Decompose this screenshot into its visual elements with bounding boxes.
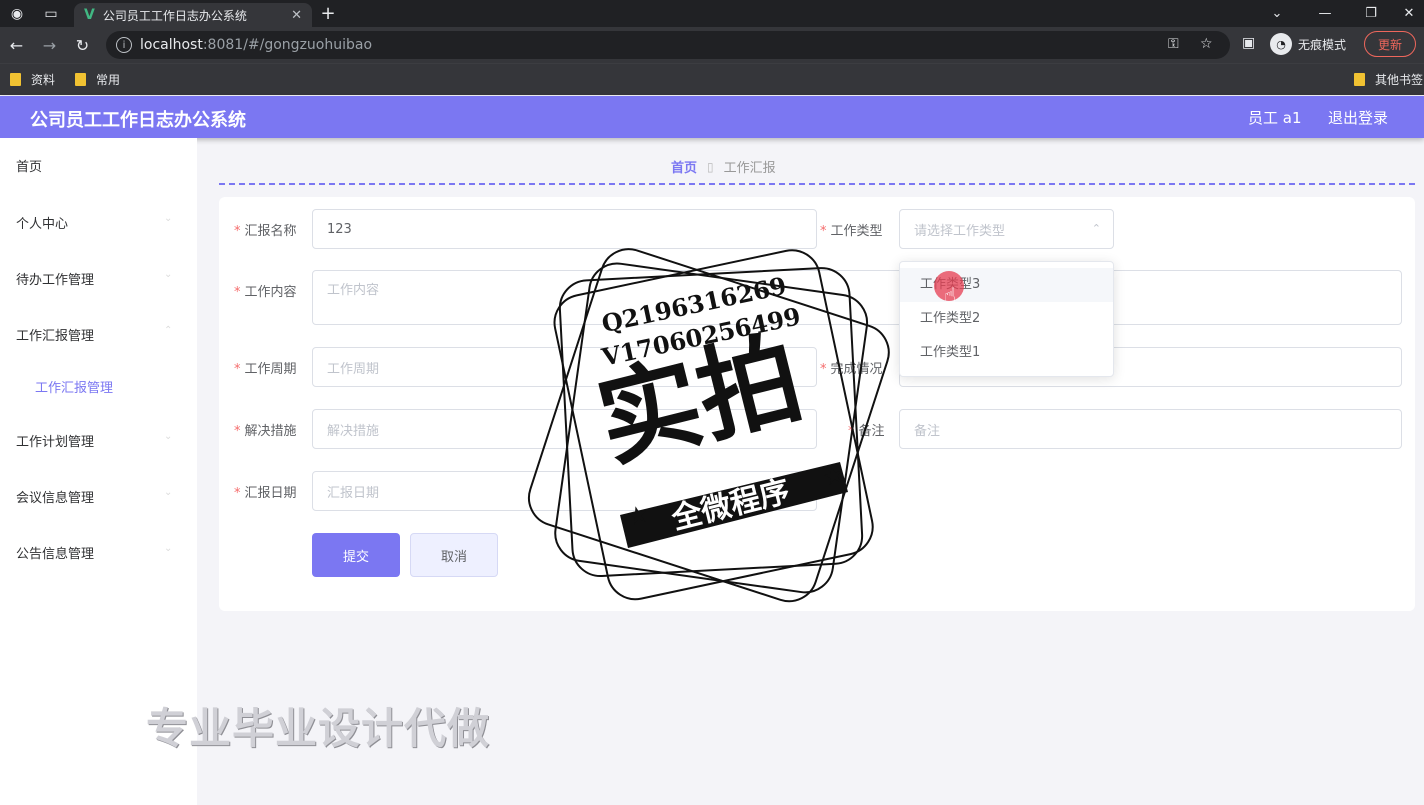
sidebar-item-profile[interactable]: 个人中心 ⌄ bbox=[16, 213, 172, 232]
restore-button[interactable]: ❐ bbox=[1348, 0, 1394, 27]
sidebar-subitem-report[interactable]: 工作汇报管理 bbox=[35, 377, 113, 396]
cancel-button[interactable]: 取消 bbox=[410, 533, 498, 577]
watermark-banner-text: 全微程序 bbox=[668, 473, 794, 537]
info-icon[interactable]: i bbox=[116, 37, 132, 53]
new-tab-button[interactable]: + bbox=[312, 0, 344, 27]
dropdown-option[interactable]: 工作类型2 bbox=[900, 302, 1113, 336]
sidebar-item-report[interactable]: 工作汇报管理 ⌃ bbox=[16, 325, 172, 344]
current-user: 员工 a1 bbox=[1248, 109, 1302, 127]
chevron-down-icon: ⌄ bbox=[164, 543, 173, 554]
vue-logo-icon: V bbox=[84, 7, 95, 23]
breadcrumb-current: 工作汇报 bbox=[723, 161, 776, 176]
bookmark-folder[interactable]: 资料 bbox=[10, 71, 55, 88]
window-icon[interactable]: ▭ bbox=[34, 0, 68, 27]
globe-icon[interactable]: ◉ bbox=[0, 0, 34, 27]
app-title: 公司员工工作日志办公系统 bbox=[30, 110, 246, 131]
tab-title: 公司员工工作日志办公系统 bbox=[102, 8, 247, 23]
back-button[interactable]: ← bbox=[0, 36, 33, 55]
key-icon[interactable]: ⚿ bbox=[1168, 36, 1179, 52]
sidepanel-icon[interactable]: ▣ bbox=[1242, 35, 1255, 51]
bookmark-label: 资料 bbox=[31, 73, 56, 87]
divider bbox=[219, 183, 1415, 185]
breadcrumb-home[interactable]: 首页 bbox=[671, 157, 697, 176]
minimize-button[interactable]: — bbox=[1302, 0, 1348, 27]
chevron-up-icon: ⌃ bbox=[164, 325, 173, 336]
browser-toolbar: ← → ↻ i localhost:8081/#/gongzuohuibao ⚿… bbox=[0, 27, 1424, 63]
sidebar-item-todo[interactable]: 待办工作管理 ⌄ bbox=[16, 269, 172, 288]
sidebar-item-label: 工作计划管理 bbox=[16, 435, 95, 450]
work-type-dropdown: 工作类型3 工作类型2 工作类型1 bbox=[899, 261, 1114, 377]
folder-icon bbox=[1354, 73, 1365, 86]
forward-button[interactable]: → bbox=[33, 36, 66, 55]
bookmark-label: 常用 bbox=[96, 73, 121, 87]
sidebar-item-label: 待办工作管理 bbox=[16, 273, 95, 288]
dropdown-option[interactable]: 工作类型3 bbox=[900, 268, 1113, 302]
folder-icon bbox=[10, 73, 21, 86]
work-content-label: * 工作内容 bbox=[234, 285, 297, 300]
incognito-indicator[interactable]: ◔ 无痕模式 bbox=[1270, 33, 1346, 55]
work-type-select[interactable]: 请选择工作类型 ⌃ bbox=[899, 209, 1114, 249]
watermark-stamp: ★ ★ Q2196316269 V17060256499 实拍 全微程序 bbox=[520, 230, 905, 615]
sidebar-item-label: 会议信息管理 bbox=[16, 491, 95, 506]
logout-link[interactable]: 退出登录 bbox=[1328, 107, 1388, 128]
chevron-down-icon[interactable]: ⌄ bbox=[1254, 0, 1300, 27]
star-icon[interactable]: ☆ bbox=[1200, 36, 1213, 52]
sidebar-item-home[interactable]: 首页 bbox=[16, 156, 42, 175]
hand-cursor-icon: ☝ bbox=[944, 283, 957, 307]
incognito-icon: ◔ bbox=[1270, 33, 1292, 55]
chevron-down-icon: ⌄ bbox=[164, 431, 173, 442]
breadcrumb-separator-icon: ▯ bbox=[707, 159, 714, 174]
submit-button[interactable]: 提交 bbox=[312, 533, 400, 577]
browser-tab-strip: ◉ ▭ V 公司员工工作日志办公系统 ✕ + ⌄ — ❐ ✕ bbox=[0, 0, 1424, 27]
bookmark-label: 其他书签 bbox=[1375, 73, 1424, 87]
bookmarks-bar: 资料 常用 其他书签 bbox=[0, 63, 1424, 95]
report-name-label: * 汇报名称 bbox=[234, 224, 297, 239]
sidebar-item-label: 个人中心 bbox=[16, 217, 69, 232]
report-date-label: * 汇报日期 bbox=[234, 486, 297, 501]
sidebar-item-notice[interactable]: 公告信息管理 ⌄ bbox=[16, 543, 172, 562]
url-host: localhost bbox=[140, 37, 203, 53]
work-period-label: * 工作周期 bbox=[234, 362, 297, 377]
sidebar-item-meeting[interactable]: 会议信息管理 ⌄ bbox=[16, 487, 172, 506]
promo-text: 专业毕业设计代做 bbox=[146, 704, 491, 753]
app-header: 公司员工工作日志办公系统 员工 a1 退出登录 bbox=[0, 96, 1424, 138]
folder-icon bbox=[75, 73, 86, 86]
browser-tab[interactable]: V 公司员工工作日志办公系统 ✕ bbox=[74, 3, 312, 27]
sidebar-item-label: 首页 bbox=[16, 160, 43, 175]
chevron-down-icon: ⌄ bbox=[164, 213, 173, 224]
chevron-down-icon: ⌄ bbox=[164, 269, 173, 280]
update-button[interactable]: 更新 bbox=[1364, 31, 1416, 57]
sidebar-item-plan[interactable]: 工作计划管理 ⌄ bbox=[16, 431, 172, 450]
remark-input[interactable]: 备注 bbox=[899, 409, 1402, 449]
dropdown-option[interactable]: 工作类型1 bbox=[900, 336, 1113, 370]
url-path: :8081/#/gongzuohuibao bbox=[202, 37, 373, 53]
other-bookmarks[interactable]: 其他书签 bbox=[1354, 71, 1423, 88]
chevron-up-icon: ⌃ bbox=[1091, 222, 1101, 235]
close-window-button[interactable]: ✕ bbox=[1394, 0, 1424, 27]
sidebar-item-label: 工作汇报管理 bbox=[16, 329, 95, 344]
reload-button[interactable]: ↻ bbox=[66, 36, 99, 55]
sidebar-item-label: 公告信息管理 bbox=[16, 547, 95, 562]
close-icon[interactable]: ✕ bbox=[291, 8, 302, 23]
address-bar[interactable]: i localhost:8081/#/gongzuohuibao ⚿ ☆ bbox=[106, 31, 1230, 59]
bookmark-folder[interactable]: 常用 bbox=[75, 71, 120, 88]
breadcrumb: 首页 ▯ 工作汇报 bbox=[671, 157, 776, 177]
incognito-label: 无痕模式 bbox=[1298, 37, 1347, 52]
chevron-down-icon: ⌄ bbox=[164, 487, 173, 498]
solution-label: * 解决措施 bbox=[234, 424, 297, 439]
work-type-placeholder: 请选择工作类型 bbox=[914, 223, 1006, 239]
